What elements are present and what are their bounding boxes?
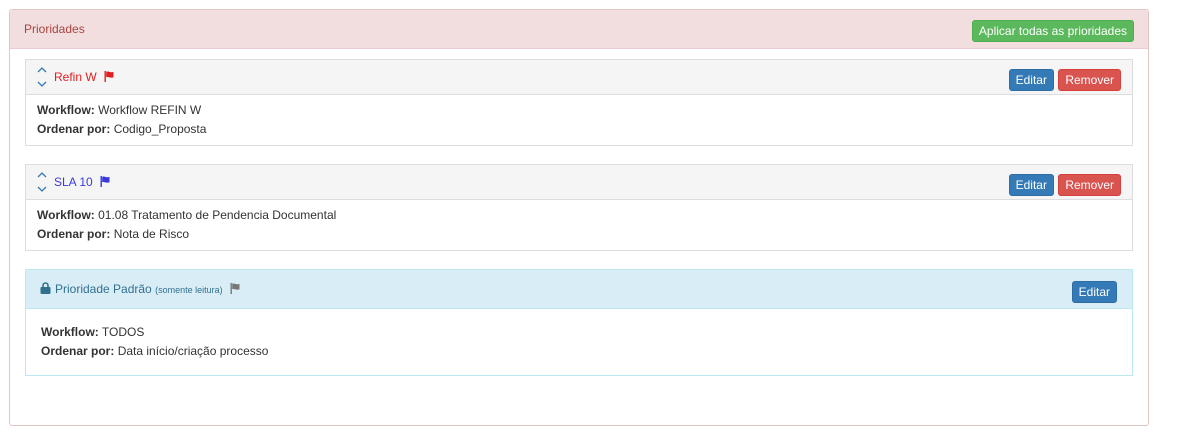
reorder-arrows: [36, 170, 48, 196]
workflow-value: Workflow REFIN W: [98, 103, 202, 117]
priority-title: SLA 10: [54, 175, 112, 189]
default-priority-card: Prioridade Padrão (somente leitura) Edit…: [25, 269, 1133, 376]
workflow-value: 01.08 Tratamento de Pendencia Documental: [98, 208, 337, 222]
default-priority-details: Workflow: TODOS Ordenar por: Data início…: [26, 309, 1132, 375]
order-label: Ordenar por:: [37, 122, 111, 136]
priority-details: Workflow: 01.08 Tratamento de Pendencia …: [26, 200, 1132, 250]
order-label: Ordenar por:: [37, 227, 111, 241]
order-value: Codigo_Proposta: [113, 122, 207, 136]
flag-icon: [104, 71, 114, 82]
order-row: Ordenar por: Data início/criação process…: [41, 342, 1117, 361]
workflow-label: Workflow:: [37, 208, 95, 222]
workflow-label: Workflow:: [37, 103, 95, 117]
move-up-icon[interactable]: [36, 170, 48, 180]
remove-button[interactable]: Remover: [1058, 69, 1121, 91]
remove-button[interactable]: Remover: [1058, 174, 1121, 196]
move-down-icon[interactable]: [36, 79, 48, 89]
order-row: Ordenar por: Nota de Risco: [37, 225, 1121, 244]
flag-icon: [100, 176, 110, 187]
lock-icon: [40, 282, 51, 294]
workflow-row: Workflow: TODOS: [41, 323, 1117, 342]
apply-all-priorities-button[interactable]: Aplicar todas as prioridades: [971, 20, 1134, 42]
workflow-row: Workflow: Workflow REFIN W: [37, 101, 1121, 120]
default-priority-name: Prioridade Padrão: [55, 282, 152, 296]
priority-card-refin-w: Refin W Editar Remover Workflow: Workflo…: [25, 59, 1133, 146]
order-value: Data início/criação processo: [117, 344, 269, 358]
default-priority-title: Prioridade Padrão (somente leitura): [40, 282, 242, 296]
default-priority-actions: Editar: [1071, 281, 1117, 303]
panel-title: Prioridades: [24, 22, 85, 36]
priority-actions: Editar Remover: [1008, 174, 1121, 196]
reorder-arrows: [36, 65, 48, 91]
edit-button[interactable]: Editar: [1071, 281, 1117, 303]
order-value: Nota de Risco: [113, 227, 190, 241]
priority-card-sla-10: SLA 10 Editar Remover Workflow: 01.08 Tr…: [25, 164, 1133, 251]
priority-actions: Editar Remover: [1008, 69, 1121, 91]
priority-title: Refin W: [54, 70, 116, 84]
order-row: Ordenar por: Codigo_Proposta: [37, 120, 1121, 139]
priority-card-header: SLA 10 Editar Remover: [26, 165, 1132, 200]
priority-name: Refin W: [54, 70, 97, 84]
order-label: Ordenar por:: [41, 344, 115, 358]
flag-icon: [230, 283, 240, 294]
priority-card-header: Refin W Editar Remover: [26, 60, 1132, 95]
workflow-value: TODOS: [101, 325, 145, 339]
read-only-note: (somente leitura): [155, 285, 223, 295]
priority-name: SLA 10: [54, 175, 93, 189]
default-priority-header: Prioridade Padrão (somente leitura) Edit…: [26, 270, 1132, 309]
priorities-panel-header: Prioridades Aplicar todas as prioridades: [10, 10, 1148, 49]
priorities-panel: Prioridades Aplicar todas as prioridades…: [9, 9, 1149, 426]
move-down-icon[interactable]: [36, 184, 48, 194]
edit-button[interactable]: Editar: [1008, 174, 1054, 196]
workflow-row: Workflow: 01.08 Tratamento de Pendencia …: [37, 206, 1121, 225]
edit-button[interactable]: Editar: [1008, 69, 1054, 91]
priority-details: Workflow: Workflow REFIN W Ordenar por: …: [26, 95, 1132, 145]
move-up-icon[interactable]: [36, 65, 48, 75]
workflow-label: Workflow:: [41, 325, 99, 339]
